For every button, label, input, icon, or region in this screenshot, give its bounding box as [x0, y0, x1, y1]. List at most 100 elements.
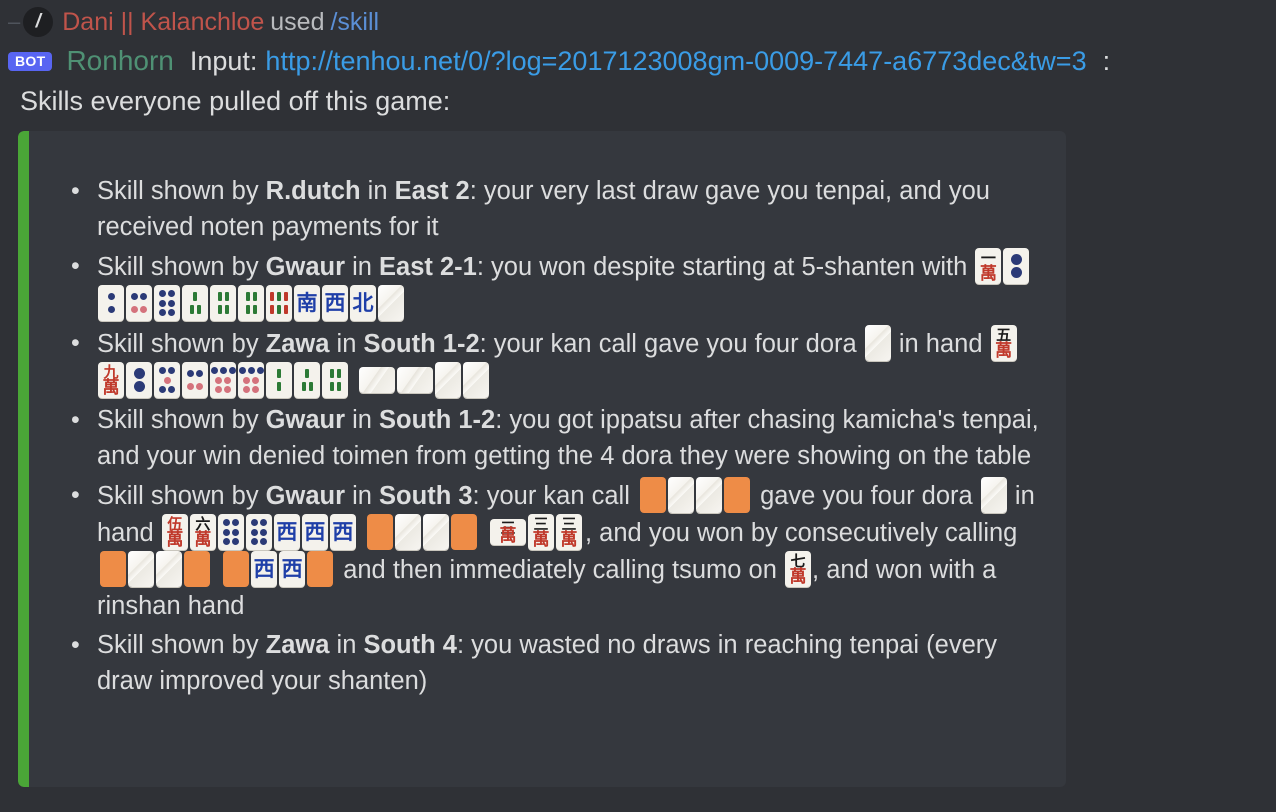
- tile-group-hand: 伍萬六萬 西西西: [161, 514, 357, 550]
- tile-3m-rotated: 三萬: [490, 519, 527, 545]
- meld-closed-kan: [358, 362, 490, 399]
- collapse-icon[interactable]: –: [8, 11, 20, 33]
- player-name: R.dutch: [265, 177, 361, 205]
- in-label: in: [360, 177, 395, 205]
- list-item: Skill shown by Gwaur in South 1-2: you g…: [43, 402, 1042, 474]
- skill-prefix: Skill shown by: [97, 177, 266, 205]
- tile-3m: 三萬: [528, 514, 555, 550]
- skill-segment-2: gave you four dora: [760, 482, 973, 510]
- list-item: Skill shown by Gwaur in South 3: your ka…: [43, 477, 1042, 624]
- tile-back: [422, 514, 449, 550]
- tile-placeholder: [723, 477, 750, 513]
- tile-placeholder: [184, 551, 210, 587]
- skill-prefix: Skill shown by: [97, 482, 266, 510]
- tile-back-rotated: [397, 367, 434, 393]
- tile-back: [864, 325, 891, 361]
- tile-back: [435, 362, 462, 398]
- tile-7p: [210, 362, 236, 398]
- url-trailing-colon: :: [1102, 45, 1111, 76]
- tile-2p: [98, 285, 124, 321]
- tile-placeholder: [307, 551, 334, 587]
- player-name: Gwaur: [265, 253, 346, 281]
- skill-prefix: Skill shown by: [97, 253, 266, 281]
- tenhou-log-link[interactable]: http://tenhou.net/0/?log=2017123008gm-00…: [265, 46, 1086, 77]
- tile-back: [463, 362, 490, 398]
- tile-3s: [182, 285, 208, 321]
- slash-command-avatar-icon: /: [23, 7, 54, 37]
- list-item: Skill shown by Zawa in South 1-2: your k…: [43, 325, 1042, 399]
- tile-6m: 六萬: [189, 514, 216, 550]
- input-label: Input:: [189, 45, 258, 76]
- tile-back-rotated: [359, 367, 396, 393]
- tile-1p: [1003, 248, 1030, 284]
- tile-5p: [154, 362, 180, 398]
- tile-placeholder: [366, 514, 393, 550]
- player-name: Gwaur: [265, 482, 346, 510]
- meld-pon-3m: 三萬三萬三萬: [489, 514, 583, 551]
- skill-segment-5: and then immediately calling tsumo on: [343, 556, 777, 584]
- meld-kan-4: 西西: [222, 551, 334, 588]
- skill-prefix: Skill shown by: [97, 631, 266, 659]
- message-body: Skills everyone pulled off this game:: [20, 86, 451, 116]
- tile-placeholder: [223, 551, 250, 587]
- tile-7p: [238, 362, 264, 398]
- tile-north-wind: 北: [350, 285, 376, 321]
- skill-list: Skill shown by R.dutch in East 2: your v…: [43, 173, 1042, 699]
- tile-back: [695, 477, 722, 513]
- in-label: in: [345, 482, 380, 510]
- meld-kan-1: [639, 477, 751, 514]
- tile-7m: 七萬: [785, 551, 812, 587]
- used-label: used: [270, 7, 325, 36]
- skill-segment-4: , and you won by consecutively calling: [585, 519, 1018, 547]
- bot-message-header: BOT Ronhorn Input: http://tenhou.net/0/?…: [0, 40, 1276, 82]
- tile-placeholder: [639, 477, 666, 513]
- meld-kan-3: [99, 551, 211, 588]
- in-label: in: [345, 253, 380, 281]
- tile-9m-red: 九萬: [98, 362, 124, 398]
- round-label: South 3: [379, 482, 473, 510]
- tile-5m-red: 伍萬: [161, 514, 188, 550]
- tile-south-wind: 南: [294, 285, 320, 321]
- command-invoker-name[interactable]: Dani || Kalanchloe: [62, 8, 264, 37]
- skill-embed: Skill shown by R.dutch in East 2: your v…: [18, 131, 1066, 787]
- in-label: in: [329, 330, 364, 358]
- tile-west-wind: 西: [329, 514, 356, 550]
- tile-placeholder: [450, 514, 477, 550]
- tile-back: [128, 551, 154, 587]
- list-item: Skill shown by R.dutch in East 2: your v…: [43, 173, 1042, 245]
- tile-west-wind: 西: [273, 514, 300, 550]
- skill-prefix: Skill shown by: [97, 406, 266, 434]
- skill-segment-1: : your kan call: [472, 482, 630, 510]
- round-label: South 4: [363, 631, 457, 659]
- tile-6s: [266, 285, 292, 321]
- tile-6p: [217, 514, 244, 550]
- tile-6p: [154, 285, 180, 321]
- tile-6p: [245, 514, 272, 550]
- slash-command-name[interactable]: /skill: [330, 8, 379, 37]
- tile-back: [980, 477, 1007, 513]
- tile-west-wind: 西: [322, 285, 348, 321]
- tile-4p: [126, 285, 152, 321]
- tile-back: [156, 551, 182, 587]
- skill-text-2: in hand: [898, 330, 983, 358]
- meld-kan-2: [366, 514, 478, 551]
- list-item: Skill shown by Zawa in South 4: you wast…: [43, 627, 1042, 699]
- tile-back: [394, 514, 421, 550]
- in-label: in: [329, 631, 364, 659]
- tile-west-wind: 西: [301, 514, 328, 550]
- tile-4s: [322, 362, 348, 398]
- tile-1p: [126, 362, 152, 398]
- skill-text: : you won despite starting at 5-shanten …: [476, 253, 968, 281]
- bot-name[interactable]: Ronhorn: [66, 45, 173, 77]
- tile-west-wind: 西: [279, 551, 306, 587]
- skill-prefix: Skill shown by: [97, 330, 266, 358]
- round-label: South 1-2: [379, 406, 496, 434]
- tile-1m: 一萬: [975, 248, 1002, 284]
- round-label: South 1-2: [363, 330, 480, 358]
- tile-back: [667, 477, 694, 513]
- tile-back: [378, 285, 404, 321]
- player-name: Zawa: [265, 631, 330, 659]
- embed-accent-bar: [18, 131, 29, 787]
- tile-placeholder: [100, 551, 126, 587]
- player-name: Zawa: [265, 330, 330, 358]
